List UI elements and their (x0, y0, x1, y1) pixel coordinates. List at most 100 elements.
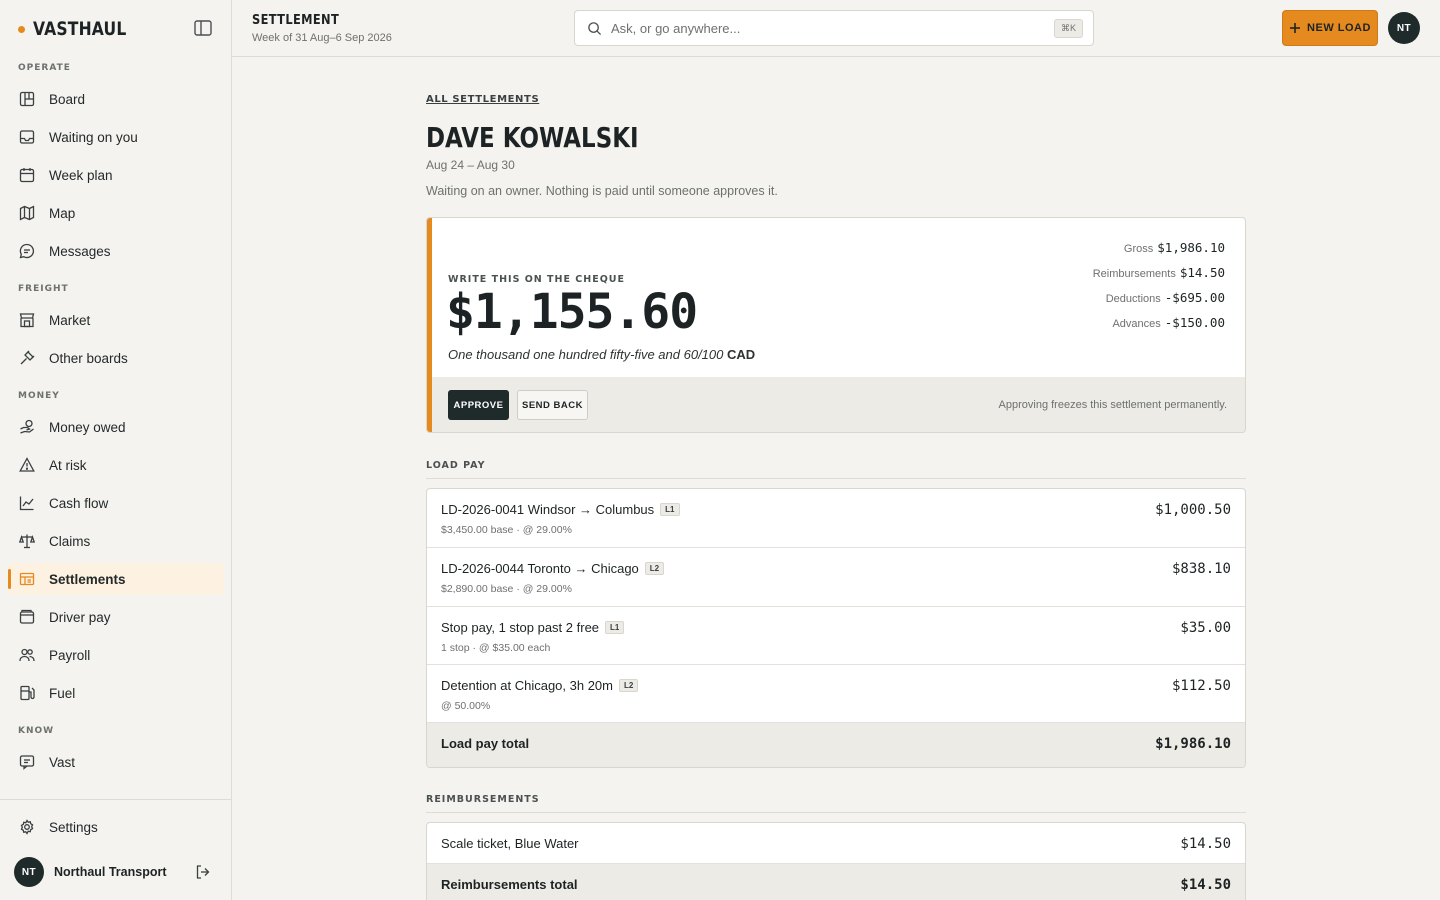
search-input[interactable]: Ask, or go anywhere... ⌘K (574, 10, 1094, 46)
sidebar-item-cash-flow[interactable]: Cash flow (8, 487, 224, 519)
gear-icon (20, 819, 34, 835)
users-icon (19, 648, 35, 662)
cheque-amount: $1,155.60 (446, 284, 698, 340)
breakdown-label: Advances (1112, 318, 1161, 330)
row-title-text: Detention at Chicago, 3h 20m (441, 678, 613, 693)
logout-icon[interactable] (195, 864, 211, 880)
settlements-icon (19, 572, 35, 586)
row-amount: $35.00 (1180, 620, 1231, 636)
org-avatar[interactable]: NT (14, 857, 44, 887)
send-back-button[interactable]: SEND BACK (517, 390, 588, 420)
calendar-icon (19, 168, 35, 183)
sidebar-item-settlements[interactable]: Settlements (8, 563, 224, 595)
brand-name: VASTHAUL (33, 18, 127, 40)
row-title: LD-2026-0041 Windsor → Columbus L1 (441, 502, 680, 517)
row-title-text: LD-2026-0044 Toronto → Chicago (441, 561, 639, 576)
settlement-period: Aug 24 – Aug 30 (426, 158, 515, 172)
user-avatar[interactable]: NT (1388, 12, 1420, 44)
sidebar-item-label: Fuel (49, 685, 76, 701)
sidebar-item-vast[interactable]: Vast (8, 746, 224, 778)
table-row[interactable]: LD-2026-0041 Windsor → Columbus L1 $3,450… (427, 489, 1245, 548)
currency-code: CAD (727, 347, 756, 362)
plus-icon (1290, 23, 1301, 33)
sidebar-item-label: Market (49, 312, 91, 328)
sidebar-item-week-plan[interactable]: Week plan (8, 159, 224, 191)
cheque-amount-words: One thousand one hundred fifty-five and … (448, 347, 755, 362)
sidebar-item-messages[interactable]: Messages (8, 235, 224, 267)
breakdown-label: Deductions (1105, 293, 1161, 305)
load-pay-heading: LOAD PAY (426, 460, 486, 471)
sidebar-item-waiting-on-you[interactable]: Waiting on you (8, 121, 224, 153)
search-icon (588, 22, 602, 36)
table-row[interactable]: LD-2026-0044 Toronto → Chicago L2 $2,890.… (427, 548, 1245, 607)
row-detail: @ 50.00% (441, 700, 491, 712)
inbox-icon (19, 130, 35, 144)
sidebar-item-board[interactable]: Board (8, 83, 224, 115)
leg-badge: L2 (644, 562, 665, 575)
row-amount: $838.10 (1171, 561, 1231, 577)
sidebar-item-money-owed[interactable]: Money owed (8, 411, 224, 443)
leg-badge: L2 (619, 679, 639, 692)
chat-icon (19, 243, 35, 259)
section-divider (426, 478, 1246, 479)
breakdown-value: $14.50 (1179, 265, 1225, 280)
sidebar-item-payroll[interactable]: Payroll (8, 639, 224, 671)
message-square-icon (19, 755, 35, 770)
row-amount: $14.50 (1180, 836, 1231, 852)
sidebar-item-fuel[interactable]: Fuel (8, 677, 224, 709)
table-row[interactable]: Stop pay, 1 stop past 2 free L1 1 stop · … (427, 607, 1245, 665)
sidebar-item-label: Driver pay (49, 609, 111, 625)
sidebar-item-label: Waiting on you (49, 129, 138, 145)
sidebar-item-label: Settings (49, 819, 98, 835)
row-detail: $3,450.00 base · @ 29.00% (441, 524, 572, 536)
driver-name-title: DAVE KOWALSKI (426, 121, 639, 154)
sidebar: VASTHAUL OPERATE Board Waiting on you We… (0, 0, 232, 900)
total-label: Load pay total (441, 736, 530, 751)
new-load-button[interactable]: NEW LOAD (1282, 10, 1378, 46)
sidebar-item-label: Other boards (49, 350, 128, 366)
section-label-know: KNOW (18, 726, 55, 736)
sidebar-item-other-boards[interactable]: Other boards (8, 342, 224, 374)
sidebar-item-label: Week plan (49, 167, 113, 183)
sidebar-toggle-icon[interactable] (194, 20, 212, 36)
scale-icon (19, 534, 35, 549)
row-title: Detention at Chicago, 3h 20m L2 (441, 678, 639, 693)
sidebar-item-claims[interactable]: Claims (8, 525, 224, 557)
sidebar-item-driver-pay[interactable]: Driver pay (8, 601, 224, 633)
leg-badge: L1 (605, 621, 625, 634)
page-section-subtitle: Week of 31 Aug–6 Sep 2026 (252, 32, 392, 44)
breakdown-label: Gross (1123, 243, 1154, 255)
breadcrumb-all-settlements[interactable]: ALL SETTLEMENTS (426, 94, 539, 105)
org-name: Northaul Transport (54, 865, 167, 879)
sidebar-item-map[interactable]: Map (8, 197, 224, 229)
sidebar-item-at-risk[interactable]: At risk (8, 449, 224, 481)
breakdown-value: $1,986.10 (1157, 240, 1225, 255)
section-label-freight: FREIGHT (18, 284, 69, 294)
sidebar-item-label: Map (49, 205, 76, 221)
status-note: Waiting on an owner. Nothing is paid unt… (426, 184, 778, 198)
sidebar-item-label: Vast (49, 754, 76, 770)
sidebar-item-label: Payroll (49, 647, 91, 663)
breakdown-value: -$695.00 (1164, 290, 1225, 305)
warning-icon (19, 457, 35, 472)
breakdown-reimbursements: Reimbursements $14.50 (1093, 265, 1225, 290)
table-row[interactable]: Scale ticket, Blue Water $14.50 (427, 823, 1245, 864)
brand[interactable]: VASTHAUL (18, 18, 147, 40)
section-label-money: MONEY (18, 391, 60, 401)
leg-badge: L1 (660, 503, 680, 516)
sidebar-item-settings[interactable]: Settings (8, 811, 224, 843)
sidebar-item-label: Cash flow (49, 495, 109, 511)
row-title-text: LD-2026-0041 Windsor → Columbus (441, 502, 655, 517)
row-detail: $2,890.00 base · @ 29.00% (441, 583, 572, 595)
page-section-title: SETTLEMENT (252, 13, 340, 28)
approve-button[interactable]: APPROVE (448, 390, 509, 420)
map-icon (19, 205, 35, 221)
table-row[interactable]: Detention at Chicago, 3h 20m L2 @ 50.00% … (427, 665, 1245, 723)
cheque-actions: APPROVE SEND BACK Approving freezes this… (432, 377, 1245, 432)
search-placeholder: Ask, or go anywhere... (611, 21, 741, 36)
load-pay-table: LD-2026-0041 Windsor → Columbus L1 $3,450… (426, 488, 1246, 768)
top-bar: SETTLEMENT Week of 31 Aug–6 Sep 2026 Ask… (232, 0, 1440, 57)
reimbursements-table: Scale ticket, Blue Water $14.50 Reimburs… (426, 822, 1246, 900)
load-pay-total-row: Load pay total $1,986.10 (427, 723, 1245, 767)
sidebar-item-market[interactable]: Market (8, 304, 224, 336)
